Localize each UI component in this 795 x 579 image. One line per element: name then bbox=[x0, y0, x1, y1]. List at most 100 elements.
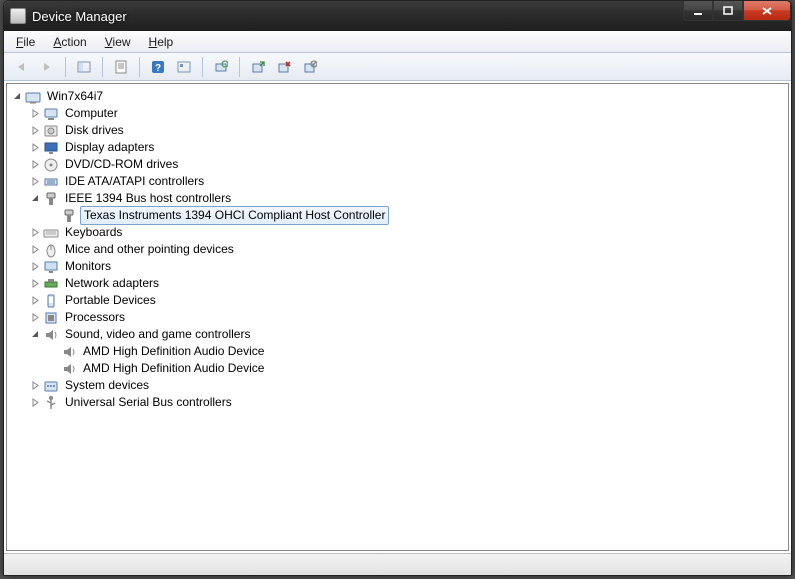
tree-category-network[interactable]: Network adapters bbox=[11, 275, 788, 292]
device-tree-pane[interactable]: Win7x64i7ComputerDisk drivesDisplay adap… bbox=[6, 83, 789, 551]
window-title: Device Manager bbox=[32, 9, 127, 24]
tree-category-system[interactable]: System devices bbox=[11, 377, 788, 394]
expand-icon[interactable] bbox=[29, 380, 41, 392]
tree-device-label: AMD High Definition Audio Device bbox=[81, 360, 266, 377]
scan-hardware-button[interactable] bbox=[210, 56, 232, 78]
tree-category-keyboards[interactable]: Keyboards bbox=[11, 224, 788, 241]
uninstall-icon bbox=[277, 60, 291, 74]
titlebar[interactable]: Device Manager bbox=[4, 1, 791, 31]
toolbar: ? bbox=[4, 53, 791, 81]
tree-category-dvd[interactable]: DVD/CD-ROM drives bbox=[11, 156, 788, 173]
tree-category-mice[interactable]: Mice and other pointing devices bbox=[11, 241, 788, 258]
statusbar bbox=[4, 553, 791, 575]
menubar: File Action View Help bbox=[4, 31, 791, 53]
tree-category-label: Universal Serial Bus controllers bbox=[63, 394, 234, 411]
tree-category-label: DVD/CD-ROM drives bbox=[63, 156, 180, 173]
display-icon bbox=[43, 140, 59, 156]
computer-icon bbox=[43, 106, 59, 122]
window-controls bbox=[683, 1, 791, 21]
action-dropdown-button[interactable] bbox=[173, 56, 195, 78]
maximize-button[interactable] bbox=[713, 1, 743, 21]
expand-icon[interactable] bbox=[29, 125, 41, 137]
forward-arrow-icon bbox=[40, 60, 54, 74]
expand-icon[interactable] bbox=[29, 278, 41, 290]
tree-category-label: Processors bbox=[63, 309, 127, 326]
menu-view[interactable]: View bbox=[97, 33, 139, 51]
tree-category-label: IDE ATA/ATAPI controllers bbox=[63, 173, 206, 190]
computer-root-icon bbox=[25, 89, 41, 105]
show-hide-console-tree-button[interactable] bbox=[73, 56, 95, 78]
monitor-icon bbox=[43, 259, 59, 275]
tree-category-label: Network adapters bbox=[63, 275, 161, 292]
close-icon bbox=[761, 6, 773, 16]
tree-device-amd1[interactable]: AMD High Definition Audio Device bbox=[11, 343, 788, 360]
update-driver-icon bbox=[251, 60, 265, 74]
expand-icon[interactable] bbox=[29, 397, 41, 409]
tree-category-label: Mice and other pointing devices bbox=[63, 241, 236, 258]
back-button[interactable] bbox=[10, 56, 32, 78]
maximize-icon bbox=[723, 6, 733, 16]
collapse-icon[interactable] bbox=[11, 91, 23, 103]
tree-category-label: Computer bbox=[63, 105, 120, 122]
tree-category-display[interactable]: Display adapters bbox=[11, 139, 788, 156]
expand-icon[interactable] bbox=[29, 159, 41, 171]
network-icon bbox=[43, 276, 59, 292]
usb-icon bbox=[43, 395, 59, 411]
tree-category-label: IEEE 1394 Bus host controllers bbox=[63, 190, 233, 207]
disable-icon bbox=[303, 60, 317, 74]
expand-icon[interactable] bbox=[29, 244, 41, 256]
collapse-icon[interactable] bbox=[29, 193, 41, 205]
ide-icon bbox=[43, 174, 59, 190]
menu-help[interactable]: Help bbox=[141, 33, 182, 51]
tree-category-sound[interactable]: Sound, video and game controllers bbox=[11, 326, 788, 343]
dvd-icon bbox=[43, 157, 59, 173]
action-icon bbox=[177, 60, 191, 74]
expand-icon[interactable] bbox=[29, 108, 41, 120]
tree-category-label: Disk drives bbox=[63, 122, 126, 139]
tree-category-processors[interactable]: Processors bbox=[11, 309, 788, 326]
properties-button[interactable] bbox=[110, 56, 132, 78]
expand-icon[interactable] bbox=[29, 142, 41, 154]
tree-category-disk[interactable]: Disk drives bbox=[11, 122, 788, 139]
minimize-button[interactable] bbox=[683, 1, 713, 21]
tree-category-ieee1394[interactable]: IEEE 1394 Bus host controllers bbox=[11, 190, 788, 207]
help-button[interactable]: ? bbox=[147, 56, 169, 78]
keyboard-icon bbox=[43, 225, 59, 241]
expand-icon[interactable] bbox=[29, 312, 41, 324]
disable-button[interactable] bbox=[299, 56, 321, 78]
system-icon bbox=[43, 378, 59, 394]
collapse-icon[interactable] bbox=[29, 329, 41, 341]
tree-category-computer[interactable]: Computer bbox=[11, 105, 788, 122]
menu-file[interactable]: File bbox=[8, 33, 43, 51]
sound-icon bbox=[61, 344, 77, 360]
tree-category-portable[interactable]: Portable Devices bbox=[11, 292, 788, 309]
svg-text:?: ? bbox=[155, 63, 161, 74]
tree-root-label: Win7x64i7 bbox=[45, 88, 105, 105]
toolbar-separator bbox=[202, 57, 203, 77]
tree-device-ti1394[interactable]: Texas Instruments 1394 OHCI Compliant Ho… bbox=[11, 207, 788, 224]
forward-button[interactable] bbox=[36, 56, 58, 78]
expand-icon[interactable] bbox=[29, 176, 41, 188]
tree-root[interactable]: Win7x64i7 bbox=[11, 88, 788, 105]
close-button[interactable] bbox=[743, 1, 791, 21]
disk-icon bbox=[43, 123, 59, 139]
tree-category-monitors[interactable]: Monitors bbox=[11, 258, 788, 275]
tree-category-usb[interactable]: Universal Serial Bus controllers bbox=[11, 394, 788, 411]
expand-icon[interactable] bbox=[29, 261, 41, 273]
toolbar-separator bbox=[239, 57, 240, 77]
expand-icon[interactable] bbox=[29, 227, 41, 239]
tree-device-amd2[interactable]: AMD High Definition Audio Device bbox=[11, 360, 788, 377]
tree-category-ide[interactable]: IDE ATA/ATAPI controllers bbox=[11, 173, 788, 190]
tree-category-label: Portable Devices bbox=[63, 292, 158, 309]
uninstall-button[interactable] bbox=[273, 56, 295, 78]
expand-icon[interactable] bbox=[29, 295, 41, 307]
sound-icon bbox=[43, 327, 59, 343]
ieee1394-icon bbox=[61, 208, 77, 224]
tree-category-label: Monitors bbox=[63, 258, 113, 275]
menu-action[interactable]: Action bbox=[45, 33, 94, 51]
update-driver-button[interactable] bbox=[247, 56, 269, 78]
sound-icon bbox=[61, 361, 77, 377]
toolbar-separator bbox=[102, 57, 103, 77]
tree-category-label: Keyboards bbox=[63, 224, 124, 241]
processor-icon bbox=[43, 310, 59, 326]
